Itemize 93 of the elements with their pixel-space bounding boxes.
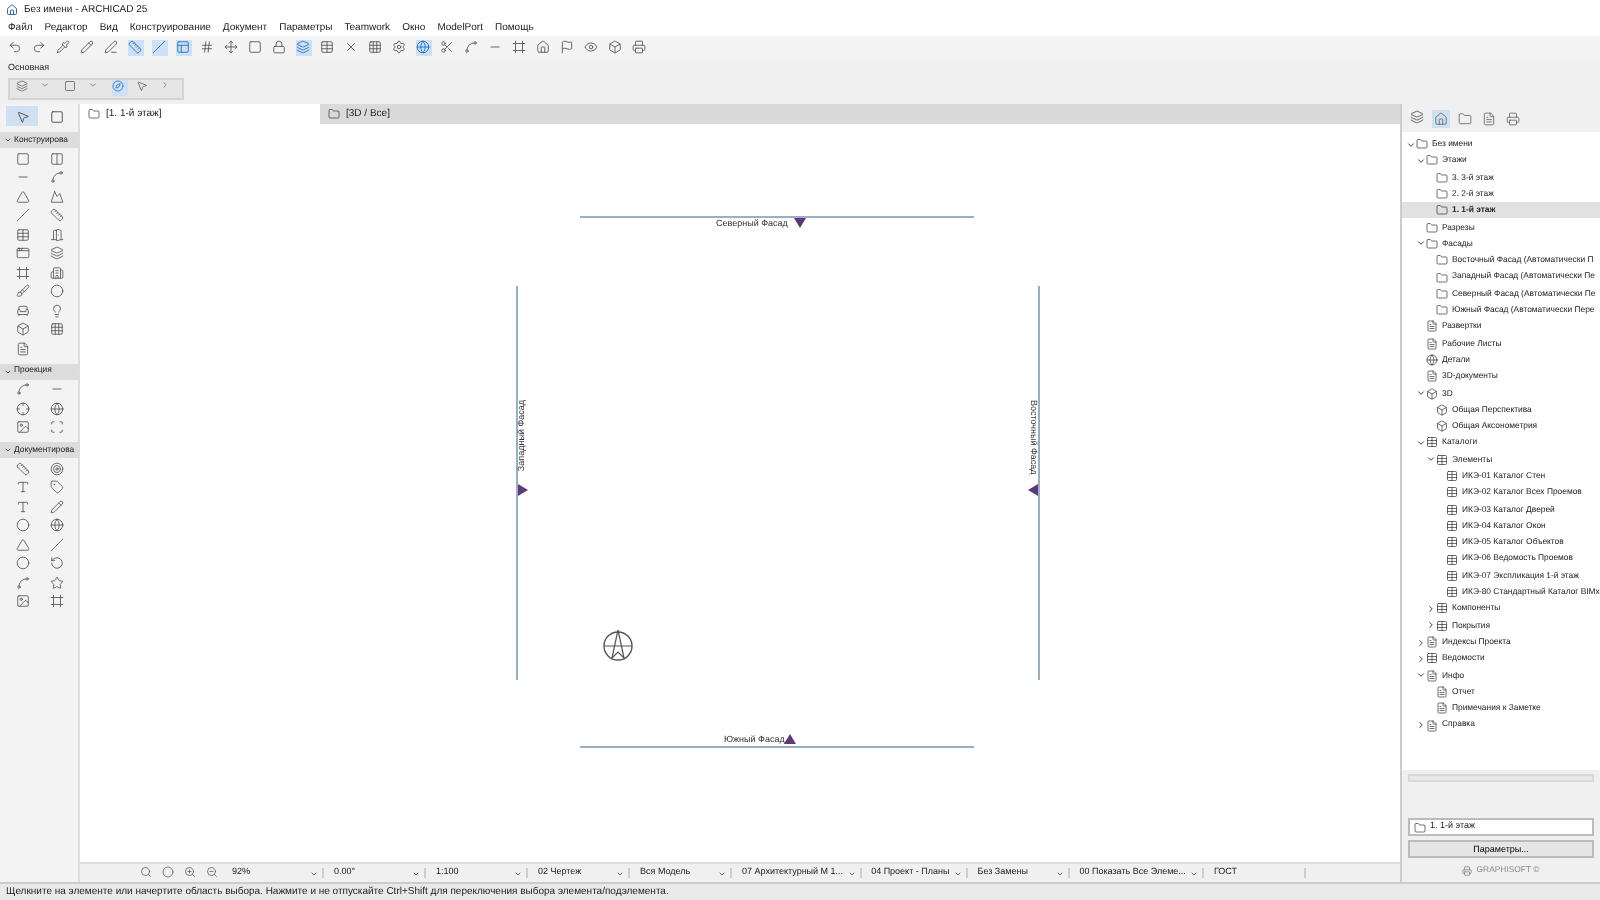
square-icon[interactable] [248,40,264,56]
circle-icon[interactable] [162,865,178,881]
chevron-down-icon[interactable] [1416,437,1426,448]
table-icon [1446,536,1458,549]
folder-icon [1436,204,1448,217]
zoom-out-icon[interactable] [206,865,222,881]
pointer-icon[interactable] [136,80,152,96]
app-icon [6,4,18,16]
sheet-icon [1426,370,1438,383]
table-icon [1446,519,1458,532]
table-icon[interactable] [320,40,336,56]
globe-icon[interactable] [416,40,432,56]
globe-icon [1426,354,1438,366]
folder-icon [1436,304,1448,317]
zoom-in-icon[interactable] [184,865,200,881]
settings-icon[interactable] [392,40,408,56]
layers-icon[interactable] [16,80,32,96]
move-icon[interactable] [224,40,240,56]
compass-drawing [600,628,636,664]
printer-icon[interactable] [632,40,648,56]
cube-icon [1436,403,1448,416]
pointer-icon[interactable] [6,106,38,126]
table-icon [1446,503,1458,516]
folder-icon [1414,821,1426,833]
sheet-icon [1426,669,1438,682]
folder-icon [1426,221,1438,234]
flag-icon[interactable] [560,40,576,56]
document-icon [1436,685,1448,698]
folder-icon[interactable] [1456,109,1474,127]
undo-icon[interactable] [8,40,24,56]
pen-icon[interactable] [104,40,120,56]
chevron-down-icon[interactable] [1416,238,1426,249]
folder-icon [1436,287,1448,300]
lock-icon[interactable] [272,40,288,56]
table-icon [1446,569,1458,582]
table-icon [1426,436,1438,449]
chevron-right-icon[interactable] [1426,620,1436,631]
chevron-down-icon[interactable] [1416,670,1426,681]
table-icon [1426,652,1438,665]
table-icon [1446,470,1458,483]
house-icon[interactable] [536,40,552,56]
chevron-right-icon[interactable] [1416,653,1426,664]
eye-icon[interactable] [584,40,600,56]
table-icon [1446,586,1458,599]
frame-icon[interactable] [512,40,528,56]
folder-icon [1416,138,1428,151]
cube-icon[interactable] [608,40,624,56]
sheet-icon[interactable] [1480,109,1498,127]
ruler-icon[interactable] [128,40,144,56]
layers-icon[interactable] [296,40,312,56]
folder-icon [1436,254,1448,267]
redo-icon[interactable] [32,40,48,56]
table-icon [1446,553,1458,566]
folder-icon [1426,237,1438,250]
cube-icon [1426,387,1438,400]
chevron-right-icon[interactable] [1416,637,1426,648]
chevron-down-icon[interactable] [1406,139,1416,150]
grid-icon[interactable] [200,40,216,56]
layers-icon[interactable] [1410,110,1426,126]
chevron-down-icon[interactable] [1426,454,1436,465]
folder-icon [1436,188,1448,201]
chevron-down-icon[interactable] [1416,388,1426,399]
house-icon[interactable] [1432,109,1450,127]
pencil-icon[interactable] [80,40,96,56]
folder-icon [1426,154,1438,167]
printer-icon[interactable] [1504,109,1522,127]
sheet-icon [1426,320,1438,333]
folder-icon [328,108,340,120]
curve-icon[interactable] [464,40,480,56]
layout-icon[interactable] [176,40,192,56]
table-icon [1436,602,1448,615]
sheet-icon [1426,636,1438,649]
cube-icon [1436,420,1448,433]
table-icon [1436,453,1448,466]
document-icon [1436,702,1448,715]
grid-icon[interactable] [368,40,384,56]
chevron-right-icon[interactable] [1416,720,1426,731]
square-icon[interactable] [64,80,80,96]
eyedropper-icon[interactable] [56,40,72,56]
table-icon [1446,486,1458,499]
compass-icon[interactable] [112,80,128,96]
sheet-icon [1426,337,1438,350]
table-icon [1436,619,1448,632]
chevron-down-icon[interactable] [1416,155,1426,166]
folder-icon [1436,171,1448,184]
cross-icon[interactable] [344,40,360,56]
scissors-icon[interactable] [440,40,456,56]
printer-icon [1462,865,1473,875]
folder-icon [88,108,100,120]
line-icon[interactable] [152,40,168,56]
folder-icon [1436,271,1448,284]
sheet-icon [1426,719,1438,732]
chevron-right-icon[interactable] [1426,603,1436,614]
